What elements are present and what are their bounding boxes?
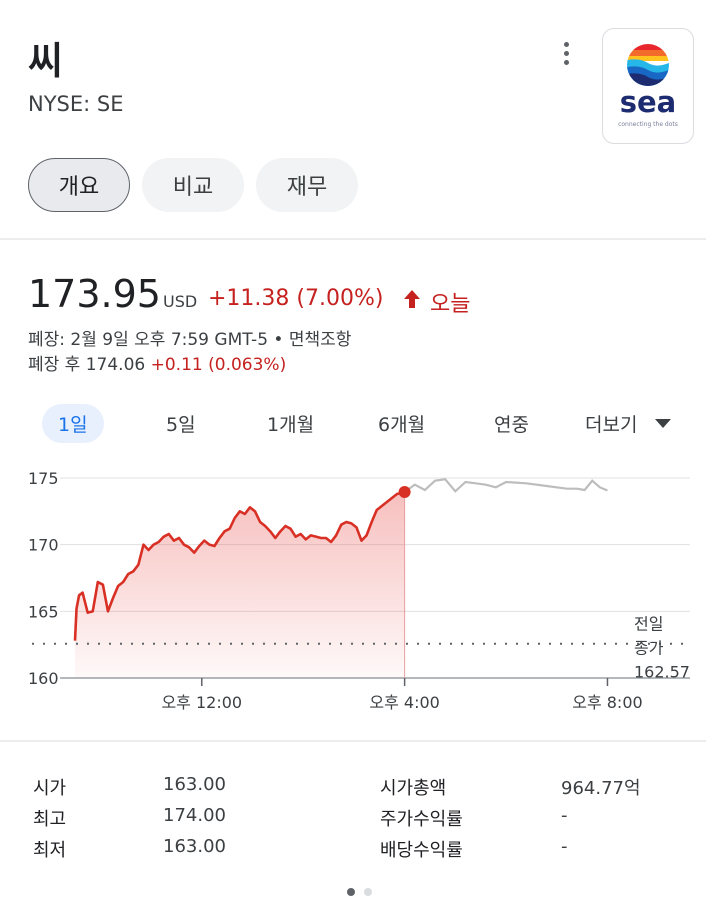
- current-price-dot: [398, 486, 411, 498]
- price-change: +11.38 (7.00%): [208, 286, 384, 311]
- prev-close-label: 종가: [634, 639, 664, 658]
- stat-label-open: 시가: [33, 778, 67, 799]
- stat-label-low: 최저: [33, 840, 67, 861]
- after-hours-info: 폐장 후 174.06 +0.11 (0.063%): [28, 350, 286, 375]
- stat-label-pe-ratio: 주가수익률: [380, 809, 463, 830]
- x-tick-label: 오후 8:00: [572, 693, 642, 712]
- y-tick-label: 170: [28, 536, 59, 555]
- period-label: 오늘: [430, 292, 471, 317]
- stat-value-open: 163.00: [163, 774, 226, 795]
- range-ytd[interactable]: 연중: [494, 410, 529, 437]
- tab-financials[interactable]: 재무: [256, 158, 358, 212]
- stat-label-market-cap: 시가총액: [380, 778, 447, 799]
- after-hours-change: +0.11 (0.063%): [150, 355, 287, 375]
- after-hours-price: 폐장 후 174.06: [28, 355, 146, 375]
- currency-label: USD: [163, 292, 198, 311]
- stat-label-dividend-yield: 배당수익률: [380, 840, 463, 861]
- divider: [0, 238, 706, 240]
- stat-value-dividend-yield: -: [561, 836, 568, 857]
- range-1m[interactable]: 1개월: [267, 410, 314, 437]
- prev-close-value: 162.57: [634, 663, 690, 682]
- session-area-fill: [75, 492, 405, 678]
- chevron-down-icon[interactable]: [655, 419, 671, 428]
- stat-value-low: 163.00: [163, 836, 226, 857]
- company-logo: sea connecting the dots: [602, 28, 694, 144]
- page-dot[interactable]: [364, 888, 372, 896]
- close-info-text[interactable]: 폐장: 2월 9일 오후 7:59 GMT-5 • 면책조항: [28, 330, 351, 350]
- more-vert-icon[interactable]: [552, 40, 580, 68]
- x-tick-label: 오후 4:00: [369, 693, 439, 712]
- range-5d[interactable]: 5일: [166, 410, 196, 437]
- y-tick-label: 160: [28, 669, 59, 688]
- y-tick-label: 165: [28, 602, 59, 621]
- ticker-symbol: NYSE: SE: [28, 92, 124, 116]
- current-price: 173.95: [28, 272, 161, 316]
- x-tick-label: 오후 12:00: [161, 693, 242, 712]
- tab-compare[interactable]: 비교: [142, 158, 244, 212]
- logo-tagline: connecting the dots: [618, 121, 678, 128]
- price-chart[interactable]: 175 170 165 160 오후 12:00 오후 4:00 오후 8:00 전일 종…: [0, 450, 706, 720]
- stat-label-high: 최고: [33, 809, 67, 830]
- logo-wordmark: sea: [619, 85, 677, 119]
- prev-close-label: 전일: [634, 615, 663, 634]
- close-info: 폐장: 2월 9일 오후 7:59 GMT-5 • 면책조항: [28, 325, 351, 350]
- range-more[interactable]: 더보기: [585, 410, 637, 437]
- page-dot-active[interactable]: [347, 888, 355, 896]
- arrow-up-icon: [404, 290, 420, 308]
- y-tick-label: 175: [28, 469, 59, 488]
- range-6m[interactable]: 6개월: [378, 410, 425, 437]
- stat-value-high: 174.00: [163, 805, 226, 826]
- stat-value-market-cap: 964.77억: [561, 778, 641, 799]
- company-name: 씨: [28, 39, 63, 83]
- stat-value-pe-ratio: -: [561, 805, 568, 826]
- range-1d[interactable]: 1일: [42, 404, 104, 443]
- after-hours-line: [403, 478, 608, 493]
- divider: [0, 740, 706, 742]
- tab-overview[interactable]: 개요: [28, 158, 130, 212]
